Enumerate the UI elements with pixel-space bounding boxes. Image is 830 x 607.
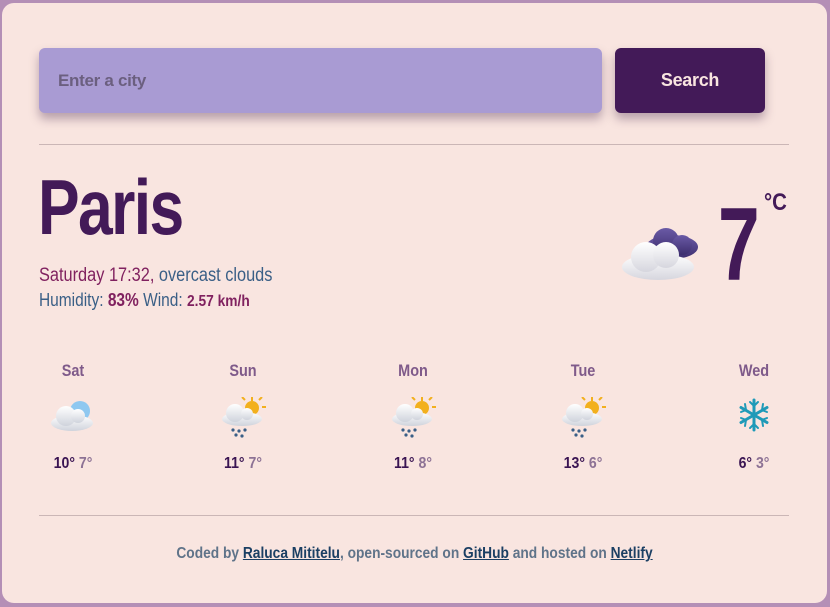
- weather-card: Search Paris Saturday 17:32, overcast cl…: [2, 3, 827, 603]
- footer-coded-by: Coded by: [176, 545, 240, 562]
- forecast-max: 6°: [738, 455, 753, 472]
- forecast-day: Sun 11° 7°: [203, 361, 283, 473]
- forecast-min: 6°: [588, 455, 603, 472]
- forecast-min: 7°: [248, 455, 262, 472]
- forecast-day: Sat 10° 7°: [33, 361, 113, 473]
- snowflake-icon: [714, 397, 794, 445]
- forecast-temps: 6° 3°: [719, 455, 789, 473]
- forecast-temps: 11° 8°: [378, 455, 448, 473]
- forecast-day: Tue 13° 6°: [543, 361, 623, 473]
- city-search-input[interactable]: [39, 48, 602, 113]
- city-name: Paris: [38, 163, 184, 251]
- humidity-wind-line: Humidity: 83% Wind: 2.57 km/h: [39, 290, 250, 311]
- author-link[interactable]: Raluca Mititelu: [243, 545, 340, 562]
- humidity-value: 83%: [107, 290, 139, 310]
- netlify-link[interactable]: Netlify: [611, 545, 653, 562]
- forecast-min: 7°: [78, 455, 93, 472]
- weather-description: overcast clouds: [158, 265, 273, 286]
- forecast-max: 11°: [224, 455, 245, 472]
- rain-sun-cloud-icon: [203, 397, 283, 445]
- current-temperature: 7: [718, 187, 760, 303]
- forecast-day-name: Sun: [229, 361, 257, 380]
- celsius-unit-toggle[interactable]: °C: [764, 189, 787, 217]
- cloud-icon: [33, 397, 113, 445]
- footer: Coded by Raluca Mititelu, open-sourced o…: [60, 545, 770, 563]
- forecast-day: Wed 6° 3°: [714, 361, 794, 473]
- overcast-clouds-icon: [620, 225, 700, 288]
- rain-sun-cloud-icon: [543, 397, 623, 445]
- forecast-day: Mon 11° 8°: [373, 361, 453, 473]
- humidity-label: Humidity:: [39, 290, 104, 310]
- forecast-temps: 13° 6°: [548, 455, 618, 473]
- forecast-day-name: Mon: [398, 361, 428, 380]
- forecast-day-name: Sat: [61, 361, 85, 380]
- forecast-day-name: Wed: [738, 361, 770, 380]
- forecast-max: 11°: [394, 455, 415, 472]
- forecast-temps: 10° 7°: [38, 455, 108, 473]
- search-button[interactable]: Search: [615, 48, 765, 113]
- rain-sun-cloud-icon: [373, 397, 453, 445]
- footer-open-sourced: , open-sourced on: [339, 545, 460, 562]
- forecast-max: 10°: [53, 455, 75, 472]
- footer-hosted: and hosted on: [512, 545, 607, 562]
- wind-label: Wind:: [143, 290, 183, 310]
- top-divider: [39, 144, 789, 145]
- forecast-min: 8°: [418, 455, 432, 472]
- forecast-day-name: Tue: [570, 361, 596, 380]
- github-link[interactable]: GitHub: [463, 545, 509, 562]
- forecast-min: 3°: [755, 455, 770, 472]
- bottom-divider: [39, 515, 789, 516]
- date-time: Saturday 17:32,: [39, 265, 155, 286]
- wind-value: 2.57 km/h: [187, 293, 250, 310]
- date-description-line: Saturday 17:32, overcast clouds: [39, 265, 272, 287]
- forecast-max: 13°: [563, 455, 585, 472]
- forecast-temps: 11° 7°: [208, 455, 278, 473]
